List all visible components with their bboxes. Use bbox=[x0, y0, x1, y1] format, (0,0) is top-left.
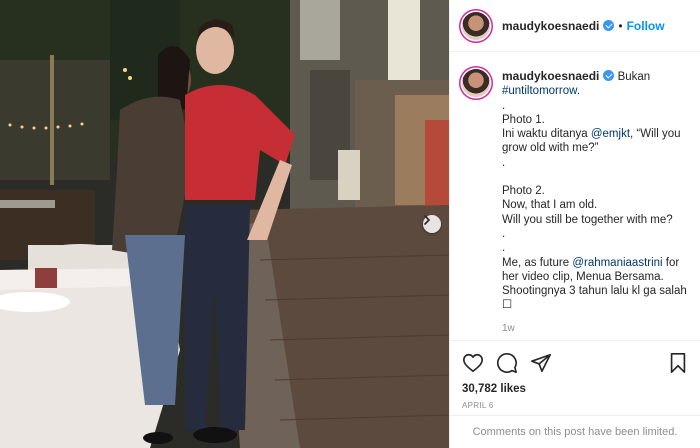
caption-text-segment: for bbox=[662, 256, 680, 269]
post-sidebar: maudykoesnaedi • Follow maudykoesnaedi B… bbox=[449, 0, 700, 448]
caption-line: Ini waktu ditanya @emjkt, “Will you bbox=[502, 127, 688, 141]
caption-text-segment: Bukan bbox=[617, 71, 651, 83]
caption-line: . bbox=[502, 242, 506, 255]
comment-icon bbox=[496, 352, 517, 373]
verified-badge-icon bbox=[603, 20, 615, 31]
action-bar: 30,782 likes APRIL 6 bbox=[450, 340, 700, 415]
verified-badge-icon bbox=[603, 70, 615, 81]
mention-link-rahmaniaastrini[interactable]: @rahmaniaastrini bbox=[572, 257, 662, 269]
save-button[interactable] bbox=[668, 352, 688, 374]
caption-line: grow old with me?” bbox=[502, 142, 599, 155]
caption-line: Photo 2. bbox=[502, 185, 545, 198]
username-link[interactable]: maudykoesnaedi bbox=[502, 19, 599, 33]
post-photo[interactable] bbox=[0, 0, 449, 448]
caption-line: Me, as future @rahmaniaastrini for bbox=[502, 256, 688, 270]
post-header: maudykoesnaedi • Follow bbox=[450, 0, 700, 52]
caption-line: Now, that I am old. bbox=[502, 199, 598, 212]
caption-text-segment: Me, as future bbox=[502, 256, 573, 269]
caption-line: Will you still be together with me? bbox=[502, 213, 673, 226]
follow-button[interactable]: Follow bbox=[627, 19, 665, 33]
avatar[interactable] bbox=[462, 11, 490, 40]
mention-link-emjkt[interactable]: @emjkt bbox=[591, 128, 630, 140]
likes-count[interactable]: 30,782 likes bbox=[462, 383, 688, 395]
like-button[interactable] bbox=[462, 352, 484, 374]
caption-text-segment: , “Will you bbox=[630, 128, 681, 141]
caption-line: Shootingnya 3 tahun lalu kl ga salah bbox=[502, 285, 687, 298]
caption-line: her video clip, Menua Bersama. bbox=[502, 270, 664, 283]
bookmark-icon bbox=[670, 353, 686, 373]
caption-row: maudykoesnaedi Bukan #untiltomorrow. . P… bbox=[462, 69, 688, 313]
heart-icon bbox=[463, 353, 483, 373]
caption-text-segment: Ini waktu ditanya bbox=[502, 128, 591, 141]
photo-scene bbox=[0, 0, 449, 448]
caption-avatar[interactable] bbox=[462, 69, 490, 97]
share-icon bbox=[531, 353, 551, 373]
action-icons bbox=[462, 351, 688, 375]
caption-line: . bbox=[502, 99, 506, 112]
chevron-right-icon bbox=[424, 215, 431, 225]
next-photo-button[interactable] bbox=[423, 215, 441, 233]
caption-emoji: ☐ bbox=[502, 299, 513, 312]
comment-timestamp[interactable]: 1w bbox=[502, 323, 688, 334]
caption-line bbox=[502, 170, 688, 184]
caption-line: maudykoesnaedi Bukan bbox=[502, 69, 688, 84]
post-date[interactable]: APRIL 6 bbox=[462, 401, 688, 410]
hashtag-link[interactable]: #untiltomorrow. bbox=[502, 84, 688, 98]
caption-line: Photo 1. bbox=[502, 113, 545, 126]
caption-username-link[interactable]: maudykoesnaedi bbox=[502, 69, 599, 83]
comments-section: maudykoesnaedi Bukan #untiltomorrow. . P… bbox=[450, 53, 700, 339]
comments-limited-notice: Comments on this post have been limited. bbox=[450, 415, 700, 448]
share-button[interactable] bbox=[530, 352, 552, 374]
caption-text: maudykoesnaedi Bukan #untiltomorrow. . P… bbox=[502, 69, 688, 313]
caption-line: . bbox=[502, 156, 506, 169]
caption-line: . bbox=[502, 227, 506, 240]
separator-dot: • bbox=[618, 18, 623, 33]
comment-button[interactable] bbox=[496, 352, 518, 374]
